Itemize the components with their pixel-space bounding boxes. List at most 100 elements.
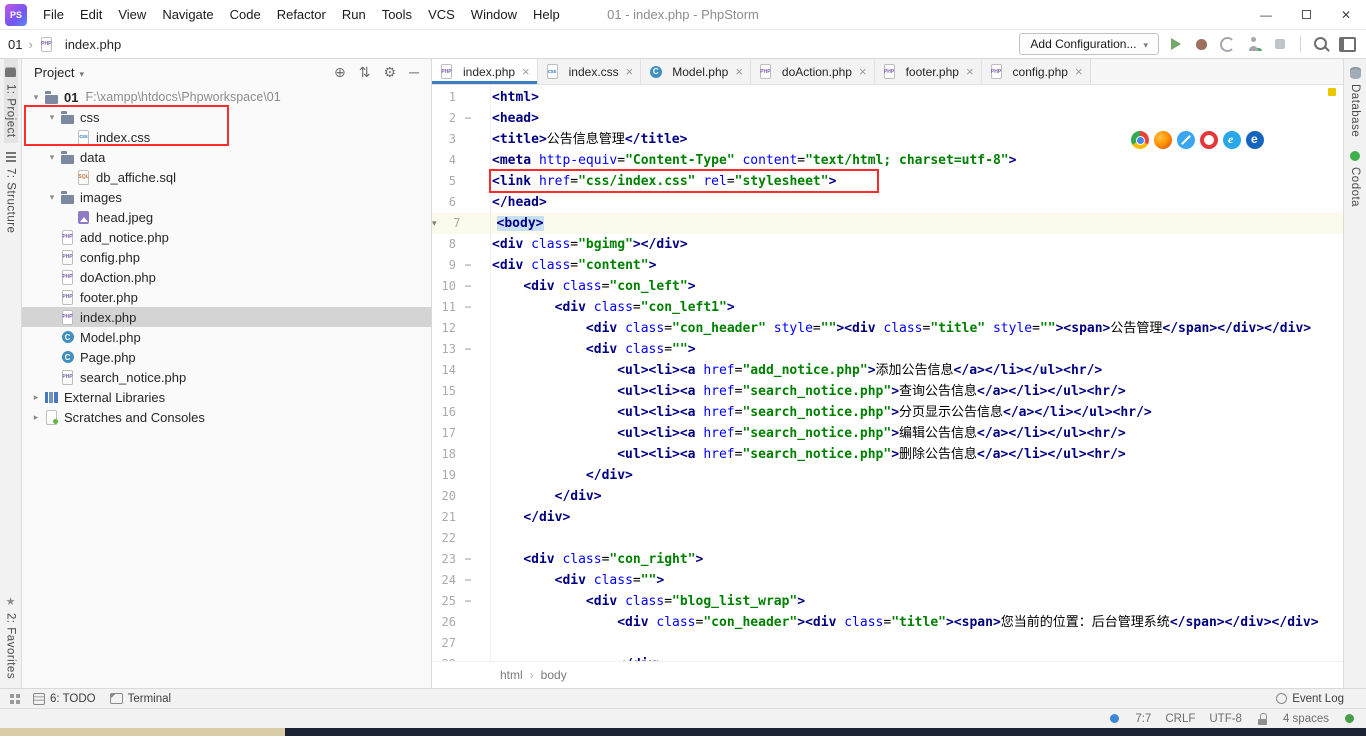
tree-row-doaction-php[interactable]: doAction.php	[22, 267, 431, 287]
chrome-icon[interactable]	[1131, 131, 1149, 149]
tree-row-head-jpeg[interactable]: head.jpeg	[22, 207, 431, 227]
tool-window-layout-icon[interactable]	[1339, 36, 1356, 53]
code-text[interactable]: </div>	[492, 654, 664, 661]
tree-row-index-php[interactable]: index.php	[22, 307, 431, 327]
editor-tab-model-php[interactable]: Model.php ×	[641, 59, 751, 84]
lock-icon[interactable]	[1256, 712, 1269, 726]
editor-tab-config-php[interactable]: config.php ×	[981, 59, 1091, 84]
fold-marker-icon[interactable]: −	[456, 108, 480, 129]
code-text[interactable]: <meta http-equiv="Content-Type" content=…	[492, 150, 1016, 171]
stop-icon[interactable]	[1271, 36, 1288, 53]
fold-marker-icon[interactable]: −	[456, 339, 480, 360]
tree-row-footer-php[interactable]: footer.php	[22, 287, 431, 307]
menu-navigate[interactable]: Navigate	[154, 0, 221, 30]
menu-view[interactable]: View	[110, 0, 154, 30]
tool-stripe-tab-1-project[interactable]: 1: Project	[3, 59, 18, 143]
breadcrumb-html[interactable]: html	[500, 668, 523, 682]
fold-marker-icon[interactable]: −	[456, 570, 480, 591]
menu-vcs[interactable]: VCS	[420, 0, 463, 30]
fold-marker-icon[interactable]: −	[456, 255, 480, 276]
code-text[interactable]: <div class="con_left1">	[492, 297, 735, 318]
tree-row-css[interactable]: ▾ css	[22, 107, 431, 127]
menu-help[interactable]: Help	[525, 0, 568, 30]
code-text[interactable]: <title>公告信息管理</title>	[492, 129, 687, 150]
maximize-button[interactable]	[1286, 0, 1326, 29]
edge-icon[interactable]	[1246, 131, 1264, 149]
tree-row-scratches-and-consoles[interactable]: ▸ Scratches and Consoles	[22, 407, 431, 427]
firefox-icon[interactable]	[1154, 131, 1172, 149]
code-text[interactable]: <ul><li><a href="search_notice.php">分页显示…	[492, 402, 1152, 423]
collapse-all-icon[interactable]: ⇅	[359, 64, 371, 81]
status-7-7[interactable]: 7:7	[1135, 713, 1151, 725]
locate-icon[interactable]: ⊕	[334, 64, 346, 81]
fold-marker-icon[interactable]: −	[456, 276, 480, 297]
tool-stripe-tab-2-favorites[interactable]: 2: Favorites	[4, 588, 18, 684]
code-text[interactable]: <link href="css/index.css" rel="styleshe…	[492, 171, 836, 192]
status-crlf[interactable]: CRLF	[1165, 713, 1195, 725]
toolwindow-button-event-log[interactable]: Event Log	[1274, 692, 1344, 706]
editor-tab-index-php[interactable]: index.php ×	[432, 59, 538, 84]
code-with-me-icon[interactable]	[1245, 36, 1262, 53]
safari-icon[interactable]	[1177, 131, 1195, 149]
editor-tab-footer-php[interactable]: footer.php ×	[874, 59, 982, 84]
editor-tab-doaction-php[interactable]: doAction.php ×	[750, 59, 875, 84]
close-button[interactable]: ✕	[1326, 0, 1366, 29]
tree-row-page-php[interactable]: Page.php	[22, 347, 431, 367]
tree-row-01[interactable]: ▾ 01 F:\xampp\htdocs\Phpworkspace\01	[22, 87, 431, 107]
run-icon[interactable]	[1167, 36, 1184, 53]
tree-row-db_affiche-sql[interactable]: db_affiche.sql	[22, 167, 431, 187]
close-tab-icon[interactable]: ×	[1075, 64, 1083, 79]
fold-marker-icon[interactable]: −	[456, 549, 480, 570]
tree-row-external-libraries[interactable]: ▸ External Libraries	[22, 387, 431, 407]
toolwindow-button-terminal[interactable]: Terminal	[110, 692, 171, 706]
code-text[interactable]: <div class="con_header" style=""><div cl…	[492, 318, 1311, 339]
tree-row-images[interactable]: ▾ images	[22, 187, 431, 207]
down-arrow-icon[interactable]: ▾	[44, 152, 60, 163]
menu-tools[interactable]: Tools	[374, 0, 420, 30]
down-arrow-icon[interactable]: ▾	[44, 192, 60, 203]
tool-stripe-tab-7-structure[interactable]: 7: Structure	[4, 143, 18, 238]
ie-icon[interactable]	[1223, 131, 1241, 149]
code-text[interactable]: </div>	[492, 507, 570, 528]
close-tab-icon[interactable]: ×	[735, 64, 743, 79]
breadcrumb-file[interactable]: index.php	[65, 37, 121, 52]
code-text[interactable]: <ul><li><a href="search_notice.php">查询公告…	[492, 381, 1126, 402]
breadcrumb-body[interactable]: body	[541, 668, 567, 682]
code-text[interactable]: <div class="con_left">	[492, 276, 695, 297]
debug-icon[interactable]	[1193, 36, 1210, 53]
menu-file[interactable]: File	[35, 0, 72, 30]
tree-row-data[interactable]: ▾ data	[22, 147, 431, 167]
tree-row-add_notice-php[interactable]: add_notice.php	[22, 227, 431, 247]
code-text[interactable]: <body>	[496, 213, 544, 234]
tool-window-switcher-icon[interactable]	[8, 692, 22, 706]
menu-edit[interactable]: Edit	[72, 0, 110, 30]
tree-row-index-css[interactable]: index.css	[22, 127, 431, 147]
right-arrow-icon[interactable]: ▸	[28, 412, 44, 423]
run-with-coverage-icon[interactable]	[1219, 36, 1236, 53]
fold-marker-icon[interactable]: −	[456, 591, 480, 612]
tool-stripe-tab-codota[interactable]: Codota	[1348, 142, 1362, 212]
codota-status-icon[interactable]	[1108, 712, 1121, 726]
hide-icon[interactable]: ─	[409, 64, 419, 81]
code-text[interactable]: <div class="content">	[492, 255, 656, 276]
code-text[interactable]: <div class="con_header"><div class="titl…	[492, 612, 1318, 633]
toolwindow-button-6-todo[interactable]: 6: TODO	[32, 692, 96, 706]
breadcrumb-project[interactable]: 01	[8, 37, 22, 52]
code-text[interactable]: <ul><li><a href="search_notice.php">删除公告…	[492, 444, 1126, 465]
tree-row-config-php[interactable]: config.php	[22, 247, 431, 267]
tree-row-model-php[interactable]: Model.php	[22, 327, 431, 347]
close-tab-icon[interactable]: ×	[522, 64, 530, 79]
code-text[interactable]: <div class="">	[492, 339, 696, 360]
down-arrow-icon[interactable]: ▾	[28, 92, 44, 103]
code-text[interactable]: </div>	[492, 486, 602, 507]
code-text[interactable]: <ul><li><a href="search_notice.php">编辑公告…	[492, 423, 1126, 444]
close-tab-icon[interactable]: ×	[966, 64, 974, 79]
green-status-icon[interactable]	[1343, 712, 1356, 726]
down-arrow-icon[interactable]: ▾	[44, 112, 60, 123]
editor-tab-index-css[interactable]: index.css ×	[537, 59, 642, 84]
menu-window[interactable]: Window	[463, 0, 525, 30]
code-text[interactable]: <div class="blog_list_wrap">	[492, 591, 805, 612]
code-text[interactable]: <ul><li><a href="add_notice.php">添加公告信息<…	[492, 360, 1102, 381]
editor[interactable]: 1 <html> 2− <head> 3 <title>公告信息管理</title> 4 <m…	[432, 85, 1343, 661]
code-text[interactable]: <div class="con_right">	[492, 549, 703, 570]
